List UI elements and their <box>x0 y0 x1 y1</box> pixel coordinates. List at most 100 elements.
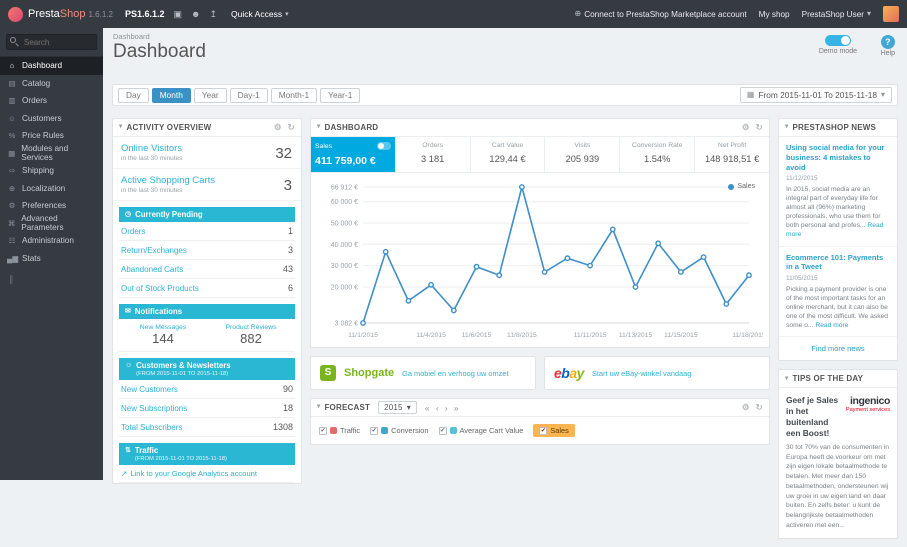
range-month-button[interactable]: Month <box>151 87 191 103</box>
panel-collapse-icon[interactable] <box>785 124 788 131</box>
online-visitors-metric[interactable]: Online Visitors in the last 30 minutes 3… <box>113 137 301 169</box>
pager-prev[interactable]: ‹ <box>436 403 439 413</box>
stat-conversion-rate[interactable]: Conversion Rate 1.54% <box>620 137 696 172</box>
panel-collapse-icon[interactable] <box>317 404 320 411</box>
stat-visits[interactable]: Visits 205 939 <box>545 137 621 172</box>
gear-icon[interactable] <box>742 123 750 132</box>
news-article-link[interactable]: Ecommerce 101: Payments in a Tweet <box>786 253 890 273</box>
abandoned-carts-row[interactable]: Abandoned Carts 43 <box>119 260 295 279</box>
new-customers-row[interactable]: New Customers 90 <box>119 380 295 399</box>
pager-last[interactable]: » <box>454 403 459 413</box>
refresh-icon[interactable] <box>756 123 763 132</box>
pager-first[interactable]: « <box>425 403 430 413</box>
demo-mode-control[interactable]: Demo mode <box>819 35 857 55</box>
pending-returns-row[interactable]: Return/Exchanges 3 <box>119 241 295 260</box>
panel-header: PRESTASHOP NEWS <box>779 119 897 137</box>
stat-sales[interactable]: Sales 411 759,00 € <box>311 137 396 172</box>
stat-net-profit[interactable]: Net Profit 148 918,51 € <box>695 137 769 172</box>
sidebar-item-shipping[interactable]: Shipping <box>0 162 103 180</box>
find-more-news-link[interactable]: Find more news <box>811 344 864 353</box>
row-label: Return/Exchanges <box>121 245 187 255</box>
product-reviews-cell[interactable]: Product Reviews 882 <box>207 319 295 351</box>
storefront-icon[interactable] <box>174 10 183 19</box>
upgrade-icon[interactable] <box>210 10 218 19</box>
forecast-legend-conversion[interactable]: Conversion <box>370 426 429 435</box>
new-messages-cell[interactable]: New Messages 144 <box>119 319 207 351</box>
panel-collapse-icon[interactable] <box>317 124 320 131</box>
sidebar-item-orders[interactable]: Orders <box>0 92 103 110</box>
sidebar-search-input[interactable] <box>6 34 97 50</box>
sidebar-item-preferences[interactable]: Preferences <box>0 197 103 215</box>
panel-collapse-icon[interactable] <box>119 124 122 131</box>
total-subscribers-row[interactable]: Total Subscribers 1308 <box>119 418 295 437</box>
stat-value: 129,44 € <box>489 154 526 164</box>
new-subscriptions-row[interactable]: New Subscriptions 18 <box>119 399 295 418</box>
sidebar-item-price-rules[interactable]: Price Rules <box>0 127 103 145</box>
shopgate-promo[interactable]: S Shopgate Ga mobiel en verhoog uw omzet <box>310 356 536 390</box>
demo-mode-label: Demo mode <box>818 48 857 55</box>
refresh-icon[interactable] <box>288 123 295 132</box>
forecast-legend-traffic[interactable]: Traffic <box>319 426 360 435</box>
range-year-button[interactable]: Year <box>193 87 227 103</box>
out-of-stock-row[interactable]: Out of Stock Products 6 <box>119 279 295 298</box>
shop-name-link[interactable]: PS1.6.1.2 <box>125 9 165 19</box>
quick-access-menu[interactable]: Quick Access <box>231 9 289 19</box>
ebay-promo[interactable]: ebay Start uw eBay-winkel vandaag <box>544 356 770 390</box>
refresh-icon[interactable] <box>756 403 763 412</box>
active-shopping-carts-metric[interactable]: Active Shopping Carts in the last 30 min… <box>113 169 301 201</box>
conversion-color-dot <box>381 427 389 434</box>
sidebar-item-administration[interactable]: Administration <box>0 232 103 250</box>
checkbox-icon[interactable] <box>438 426 447 435</box>
marketplace-link[interactable]: Connect to PrestaShop Marketplace accoun… <box>574 10 746 19</box>
traffic-header[interactable]: Traffic (FROM 2015-11-01 TO 2015-11-18) <box>119 443 295 465</box>
google-analytics-link[interactable]: Link to your Google Analytics account <box>121 469 257 478</box>
customers-newsletters-header[interactable]: Customers & Newsletters (FROM 2015-11-01… <box>119 358 295 380</box>
dashboard-panel: DASHBOARD Sales 411 759,00 € Orders 3 18… <box>310 118 770 348</box>
demo-mode-toggle[interactable] <box>824 35 851 46</box>
panel-collapse-icon[interactable] <box>785 376 788 383</box>
date-range-picker[interactable]: From 2015-11-01 To 2015-11-18 <box>739 87 892 103</box>
range-month-1-button[interactable]: Month-1 <box>270 87 318 103</box>
chart-legend[interactable]: Sales <box>728 183 755 190</box>
sidebar-item-modules[interactable]: Modules and Services <box>0 144 103 162</box>
avatar[interactable] <box>883 6 899 22</box>
currently-pending-header[interactable]: Currently Pending <box>119 207 295 222</box>
stat-toggle[interactable] <box>376 142 391 150</box>
forecast-legend-average-cart-value[interactable]: Average Cart Value <box>438 426 523 435</box>
sidebar-item-advanced-parameters[interactable]: Advanced Parameters <box>0 214 103 232</box>
shopgate-link[interactable]: Ga mobiel en verhoog uw omzet <box>402 369 508 378</box>
gear-icon[interactable] <box>274 123 282 132</box>
date-range-label: From 2015-11-01 To 2015-11-18 <box>758 90 877 100</box>
pager-next[interactable]: › <box>445 403 448 413</box>
pending-orders-row[interactable]: Orders 1 <box>119 222 295 241</box>
notifications-header[interactable]: Notifications <box>119 304 295 319</box>
stat-cart-value[interactable]: Cart Value 129,44 € <box>471 137 546 172</box>
sidebar-item-dashboard[interactable]: Dashboard <box>0 57 103 75</box>
gear-icon[interactable] <box>742 403 750 412</box>
row-label: New Customers <box>121 384 178 394</box>
checkbox-icon[interactable] <box>370 426 379 435</box>
range-day-button[interactable]: Day <box>118 87 149 103</box>
read-more-link[interactable]: Read more <box>815 322 848 329</box>
year-select[interactable]: 2015 <box>378 401 417 414</box>
google-analytics-row[interactable]: Link to your Google Analytics account <box>119 465 295 483</box>
checkbox-icon[interactable] <box>319 426 327 435</box>
user-menu[interactable]: PrestaShop User <box>802 10 871 19</box>
legend-label: Sales <box>737 183 755 190</box>
range-year-1-button[interactable]: Year-1 <box>320 87 361 103</box>
sidebar-collapse-button[interactable] <box>0 267 103 292</box>
employee-icon[interactable] <box>191 10 200 19</box>
stat-orders[interactable]: Orders 3 181 <box>396 137 471 172</box>
checkbox-icon[interactable] <box>539 426 548 435</box>
ebay-link[interactable]: Start uw eBay-winkel vandaag <box>592 369 691 378</box>
sidebar-item-stats[interactable]: Stats <box>0 250 103 268</box>
forecast-legend-sales[interactable]: Sales <box>533 424 575 437</box>
my-shop-link[interactable]: My shop <box>759 10 790 19</box>
news-article-link[interactable]: Using social media for your business: 4 … <box>786 143 890 172</box>
help-button[interactable]: Help <box>881 35 895 57</box>
prestashop-logo[interactable]: PrestaShop 1.6.1.2 <box>0 6 113 22</box>
range-day-1-button[interactable]: Day-1 <box>229 87 268 103</box>
sidebar-item-customers[interactable]: Customers <box>0 110 103 128</box>
sidebar-item-catalog[interactable]: Catalog <box>0 75 103 93</box>
sidebar-item-localization[interactable]: Localization <box>0 180 103 198</box>
